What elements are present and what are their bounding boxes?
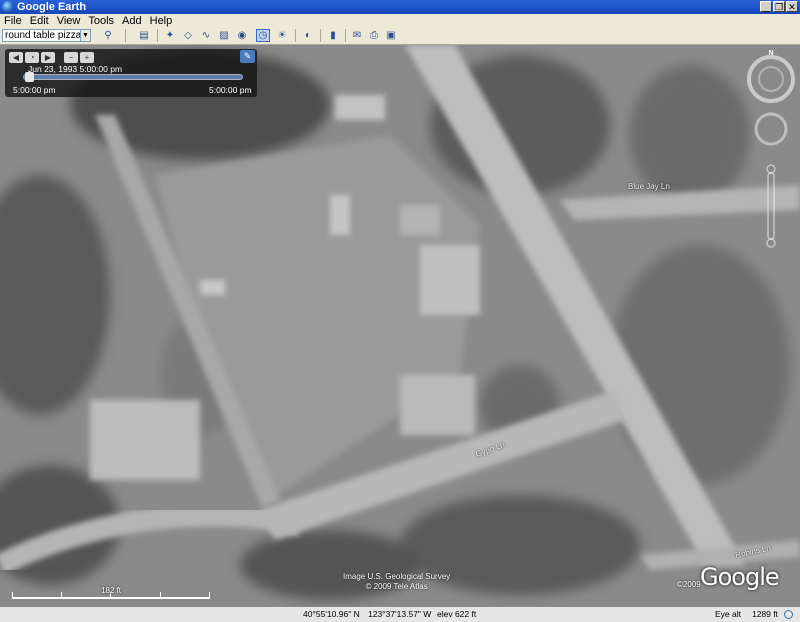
path-icon[interactable]: ∿	[199, 29, 213, 42]
menu-add[interactable]: Add	[118, 14, 146, 28]
window-title: Google Earth	[17, 1, 87, 13]
zoom-slider[interactable]	[766, 164, 776, 248]
scale-label: 182 ft	[101, 586, 122, 595]
menu-edit[interactable]: Edit	[26, 14, 53, 28]
search-input[interactable]: round table pizza	[2, 29, 90, 42]
search-icon[interactable]: ⚲	[101, 29, 115, 42]
longitude-readout: 123°37'13.57" W	[368, 609, 432, 619]
status-bar: 40°55'10.96" N 123°37'13.57" W elev 622 …	[0, 606, 800, 622]
imagery-attribution: Image U.S. Geological Survey © 2009 Tele…	[343, 572, 450, 592]
print-icon[interactable]: ⎙	[367, 29, 381, 42]
historical-imagery-icon[interactable]: ◷	[256, 29, 270, 42]
close-button[interactable]: ✕	[786, 1, 798, 12]
zoom-in-time-icon[interactable]: +	[80, 52, 94, 63]
aerial-imagery	[0, 45, 800, 606]
time-slider-date: Jun 23, 1993 5:00:00 pm	[28, 64, 123, 74]
placemark-icon[interactable]: ✦	[163, 29, 177, 42]
compass-ring[interactable]	[747, 55, 795, 103]
toolbar: round table pizza ▼ ⚲ ▤ ✦ ◇ ∿ ▨ ◉ ◷ ☀ ◐ …	[0, 28, 800, 45]
move-joystick[interactable]	[754, 112, 788, 146]
google-earth-icon	[2, 1, 14, 13]
navigation-controls: N	[742, 49, 800, 259]
minimize-button[interactable]: _	[760, 1, 772, 12]
time-slider: ◀ ◔ ▶ − + ✎ Jun 23, 1993 5:00:00 pm 5:00…	[5, 49, 257, 97]
attribution-line-2: © 2009 Tele Atlas	[365, 582, 428, 591]
attribution-line-1: Image U.S. Geological Survey	[343, 572, 451, 581]
planets-icon[interactable]: ◐	[301, 29, 315, 42]
time-end-label: 5:00:00 pm	[209, 85, 252, 95]
time-slider-thumb[interactable]	[25, 72, 34, 82]
email-icon[interactable]: ✉	[350, 29, 364, 42]
eye-alt-label: Eye alt	[715, 609, 741, 619]
elevation-readout: elev 622 ft	[437, 609, 477, 619]
menu-file[interactable]: File	[0, 14, 26, 28]
north-label: N	[768, 50, 773, 57]
streaming-indicator-icon	[784, 610, 793, 619]
latitude-readout: 40°55'10.96" N	[303, 609, 360, 619]
menu-help[interactable]: Help	[146, 14, 177, 28]
next-icon[interactable]: ▶	[41, 52, 55, 63]
image-overlay-icon[interactable]: ▨	[217, 29, 231, 42]
wrench-icon[interactable]: ✎	[240, 50, 255, 63]
maximize-button[interactable]: ❒	[773, 1, 785, 12]
menu-tools[interactable]: Tools	[84, 14, 118, 28]
google-logo: Google	[700, 563, 780, 591]
copyright-year: ©2009	[677, 580, 701, 589]
menu-bar: File Edit View Tools Add Help	[0, 14, 800, 28]
sidebar-toggle-icon[interactable]: ▤	[137, 29, 151, 42]
search-dropdown-icon[interactable]: ▼	[80, 29, 91, 42]
record-tour-icon[interactable]: ◉	[235, 29, 249, 42]
time-slider-track[interactable]	[23, 74, 243, 80]
menu-view[interactable]: View	[53, 14, 85, 28]
road-label-blue-jay: Blue Jay Ln	[628, 182, 670, 191]
title-bar: Google Earth _ ❒ ✕	[0, 0, 800, 14]
time-start-label: 5:00:00 pm	[13, 85, 56, 95]
map-view[interactable]: Blue Jay Ln Gypo Ln Robins Ln	[0, 45, 800, 606]
view-in-maps-icon[interactable]: ▣	[384, 29, 398, 42]
previous-icon[interactable]: ◀	[9, 52, 23, 63]
animation-settings-icon[interactable]: ◔	[25, 52, 39, 63]
sunlight-icon[interactable]: ☀	[275, 29, 289, 42]
polygon-icon[interactable]: ◇	[181, 29, 195, 42]
ruler-icon[interactable]: ▮	[326, 29, 340, 42]
zoom-out-time-icon[interactable]: −	[64, 52, 78, 63]
eye-alt-value: 1289 ft	[752, 609, 778, 619]
